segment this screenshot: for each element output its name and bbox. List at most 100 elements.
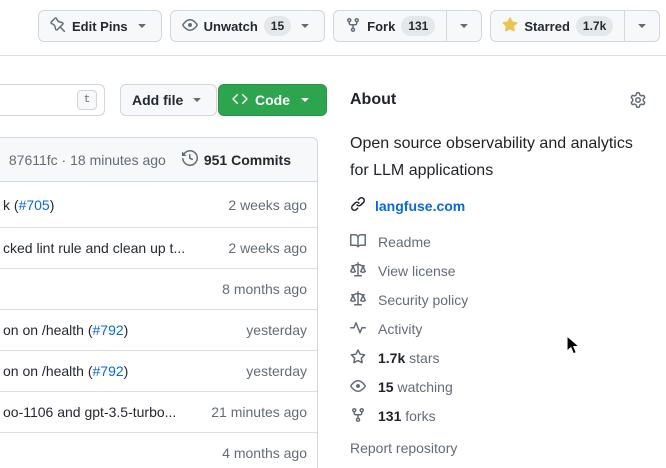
commit-time: 18 minutes ago [70,152,166,168]
stars-link[interactable]: 1.7k stars [350,348,650,368]
latest-commit-info[interactable]: 87611fc · 18 minutes ago [9,152,166,168]
latest-commit-header: 87611fc · 18 minutes ago 951 Commits [0,138,317,182]
link-label: stars [409,350,439,366]
pulse-icon [350,320,366,339]
law-icon [350,262,366,281]
fork-count-badge: 131 [401,16,435,36]
starred-label: Starred [524,19,570,34]
view-license-link[interactable]: View license [350,261,650,281]
table-row[interactable]: cked lint rule and clean up t... 2 weeks… [0,227,317,268]
website-link-row[interactable]: langfuse.com [350,196,650,215]
issue-link[interactable]: #792 [93,322,124,338]
forks-link[interactable]: 131 forks [350,406,650,426]
commit-message[interactable]: on on /health (#792) [0,363,246,379]
go-to-file-input[interactable] [0,89,59,111]
link-count: 1.7k [378,350,405,366]
code-button[interactable]: Code [218,84,327,116]
repo-action-bar: Edit Pins Unwatch 15 Fork 131 Starred 1.… [38,10,660,42]
fork-button[interactable]: Fork 131 [333,10,446,42]
readme-link[interactable]: Readme [350,232,650,252]
commit-message-text: ) [124,363,129,379]
commit-sha[interactable]: 87611fc [9,152,58,168]
link-count: 131 [378,408,401,424]
chevron-down-icon [297,91,313,110]
star-dropdown-button[interactable] [624,10,660,42]
issue-link[interactable]: #792 [93,363,124,379]
eye-icon [182,17,198,36]
about-section: About Open source observability and anal… [350,84,650,456]
commit-message-text: on on /health ( [3,363,93,379]
commit-message[interactable]: oo-1106 and gpt-3.5-turbo... [0,404,211,420]
file-table: 87611fc · 18 minutes ago 951 Commits k (… [0,137,318,468]
link-label: Security policy [378,292,468,308]
link-label: Readme [378,234,431,250]
table-row[interactable]: on on /health (#792) yesterday [0,350,317,391]
commits-count-label: 951 Commits [204,152,291,168]
star-button-group: Starred 1.7k [490,10,660,42]
unwatch-label: Unwatch [204,19,258,34]
about-links-list: Readme View license Security policy Acti… [350,232,650,426]
book-icon [350,233,366,252]
table-row[interactable]: 8 months ago [0,268,317,309]
commit-date: 4 months ago [222,445,317,461]
commit-message[interactable]: k (#705) [0,197,228,213]
chevron-down-icon [297,17,313,36]
table-row[interactable]: 4 months ago [0,432,317,468]
activity-link[interactable]: Activity [350,319,650,339]
commit-message-text: ) [50,197,55,213]
unwatch-button[interactable]: Unwatch 15 [170,10,326,42]
fork-icon [350,407,366,426]
link-icon [350,196,366,215]
repo-settings-button[interactable] [630,92,646,108]
commit-message-text: k ( [3,197,19,213]
add-file-label: Add file [132,92,183,108]
commits-count-link[interactable]: 951 Commits [182,150,291,169]
link-label: watching [397,379,452,395]
table-row[interactable]: on on /health (#792) yesterday [0,309,317,350]
starred-button[interactable]: Starred 1.7k [490,10,624,42]
header-divider [0,55,666,56]
link-count: 15 [378,379,394,395]
commit-message[interactable]: on on /health (#792) [0,322,246,338]
commit-date: 2 weeks ago [228,240,317,256]
commit-message[interactable]: cked lint rule and clean up t... [0,240,228,256]
commit-message-text: cked lint rule and clean up t... [3,240,185,256]
pin-icon [50,17,66,36]
website-link[interactable]: langfuse.com [375,198,465,214]
go-to-file-search[interactable]: t [0,84,105,116]
star-icon [350,349,366,368]
star-filled-icon [502,17,518,36]
commit-date: yesterday [246,322,317,338]
fork-label: Fork [367,19,395,34]
table-row[interactable]: oo-1106 and gpt-3.5-turbo... 21 minutes … [0,391,317,432]
fork-dropdown-button[interactable] [446,10,482,42]
link-label: Activity [378,321,422,337]
commit-date: yesterday [246,363,317,379]
law-icon [350,291,366,310]
eye-icon [350,378,366,397]
separator-dot: · [62,152,67,168]
history-icon [182,150,198,169]
security-policy-link[interactable]: Security policy [350,290,650,310]
commit-message-text: oo-1106 and gpt-3.5-turbo... [3,404,176,420]
link-label: forks [405,408,435,424]
report-repository-link[interactable]: Report repository [350,440,650,456]
code-label: Code [255,92,290,108]
edit-pins-button[interactable]: Edit Pins [38,10,162,42]
shortcut-key-badge: t [77,90,97,110]
chevron-down-icon [456,17,472,36]
chevron-down-icon [634,17,650,36]
watching-link[interactable]: 15 watching [350,377,650,397]
star-count-badge: 1.7k [576,16,613,36]
gear-icon [630,96,646,111]
commit-date: 2 weeks ago [228,197,317,213]
add-file-button[interactable]: Add file [120,84,217,116]
watch-count-badge: 15 [264,16,291,36]
fork-button-group: Fork 131 [333,10,482,42]
repo-description: Open source observability and analytics … [350,130,650,184]
link-label: View license [378,263,456,279]
about-title: About [350,91,396,109]
table-row[interactable]: k (#705) 2 weeks ago [0,182,317,227]
issue-link[interactable]: #705 [19,197,50,213]
commit-message-text: ) [124,322,129,338]
